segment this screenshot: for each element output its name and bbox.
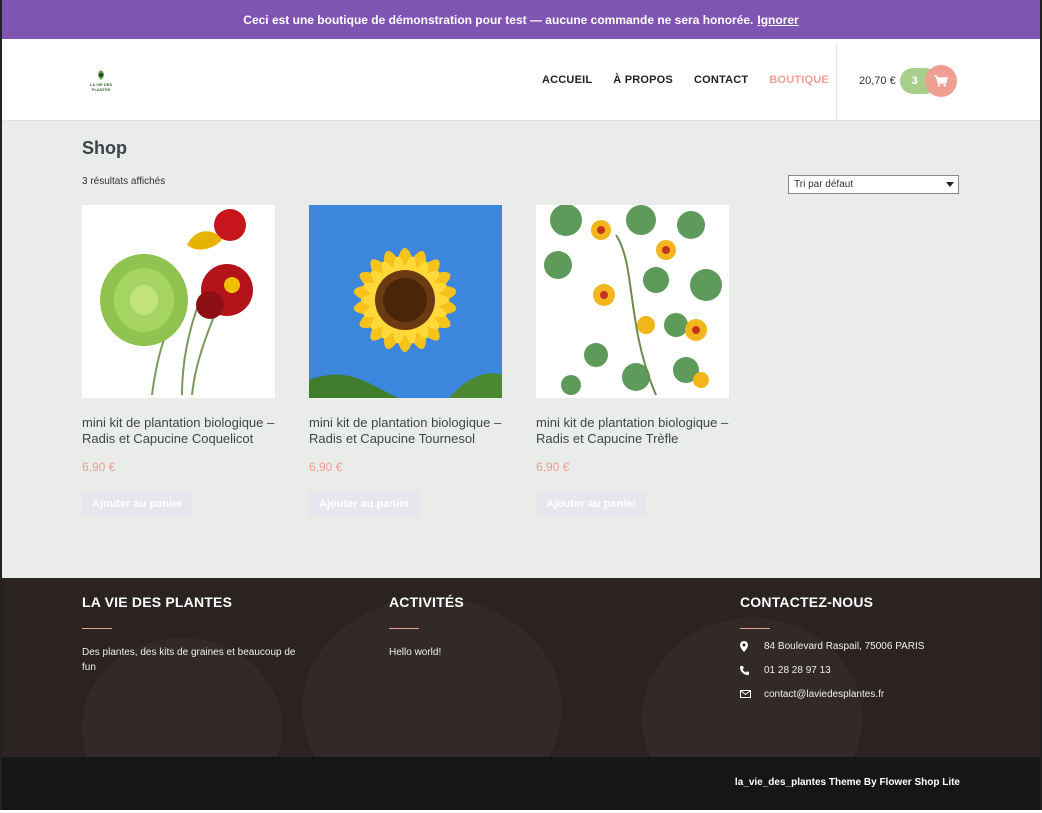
add-to-cart-button[interactable]: Ajouter au panier <box>82 491 193 517</box>
contact-phone-text: 01 28 28 97 13 <box>764 664 831 676</box>
product-price: 6,90 € <box>536 460 570 474</box>
product-card: mini kit de plantation biologique – Radi… <box>309 205 503 517</box>
page: Ceci est une boutique de démonstration p… <box>0 0 1042 813</box>
product-card: mini kit de plantation biologique – Radi… <box>536 205 730 517</box>
product-title[interactable]: mini kit de plantation biologique – Radi… <box>309 415 503 447</box>
footer-contact-title: CONTACTEZ-NOUS <box>740 594 874 610</box>
sort-select[interactable]: Tri par défaut <box>788 175 959 194</box>
phone-icon <box>740 663 758 677</box>
nasturtium-illustration-icon <box>100 209 253 396</box>
nav-boutique[interactable]: BOUTIQUE <box>769 74 829 86</box>
footer-divider <box>740 628 770 629</box>
footer-post-link[interactable]: Hello world! <box>389 647 441 658</box>
nav-a-propos[interactable]: À PROPOS <box>613 74 673 86</box>
add-to-cart-button[interactable]: Ajouter au panier <box>536 491 647 517</box>
result-count: 3 résultats affichés <box>82 176 166 187</box>
main-nav: ACCUEIL À PROPOS CONTACT BOUTIQUE <box>542 39 850 121</box>
nav-contact[interactable]: CONTACT <box>694 74 748 86</box>
footer-about-title: LA VIE DES PLANTES <box>82 594 233 610</box>
dismiss-notice-link[interactable]: Ignorer <box>757 13 798 27</box>
sunflower-illustration-icon <box>309 205 502 398</box>
product-card: mini kit de plantation biologique – Radi… <box>82 205 276 517</box>
contact-email-link[interactable]: contact@laviedesplantes.fr <box>764 689 884 700</box>
contact-address-text: 84 Boulevard Raspail, 75006 PARIS <box>764 640 925 652</box>
footer-contact: CONTACTEZ-NOUS 84 Boulevard Raspail, 750… <box>740 594 970 701</box>
page-title: Shop <box>82 138 127 158</box>
add-to-cart-button[interactable]: Ajouter au panier <box>309 491 420 517</box>
footer-about-text: Des plantes, des kits de graines et beau… <box>82 647 296 673</box>
product-title[interactable]: mini kit de plantation biologique – Radi… <box>536 415 730 447</box>
product-title[interactable]: mini kit de plantation biologique – Radi… <box>82 415 276 447</box>
footer-activities-title: ACTIVITÉS <box>389 594 464 610</box>
leaf-logo-icon <box>98 70 104 80</box>
footer-divider <box>82 628 112 629</box>
cart-button[interactable] <box>924 65 957 97</box>
product-image-trefle[interactable] <box>536 205 729 398</box>
product-price: 6,90 € <box>309 460 343 474</box>
theme-credit: la_vie_des_plantes Theme By Flower Shop … <box>734 777 960 788</box>
sort-selected-value: Tri par défaut <box>794 179 854 190</box>
envelope-icon <box>740 687 758 701</box>
map-marker-icon <box>740 639 758 653</box>
product-image-tournesol[interactable] <box>309 205 502 398</box>
site-logo[interactable]: LA VIE DES PLANTES <box>88 69 114 95</box>
contact-phone: 01 28 28 97 13 <box>740 663 970 677</box>
cart-widget[interactable]: 20,70 € 3 <box>859 65 957 97</box>
product-image-coquelicot[interactable] <box>82 205 275 398</box>
nav-accueil[interactable]: ACCUEIL <box>542 74 592 86</box>
footer-about: LA VIE DES PLANTES Des plantes, des kits… <box>82 594 312 675</box>
cart-total: 20,70 € <box>859 75 896 87</box>
header-divider <box>836 44 837 121</box>
product-price: 6,90 € <box>82 460 116 474</box>
botanical-illustration-icon <box>544 205 722 396</box>
footer-bottom-bar: la_vie_des_plantes Theme By Flower Shop … <box>2 757 1040 810</box>
logo-text: LA VIE DES PLANTES <box>89 82 113 92</box>
site-footer: LA VIE DES PLANTES Des plantes, des kits… <box>2 578 1040 757</box>
demo-store-notice: Ceci est une boutique de démonstration p… <box>2 0 1040 39</box>
contact-email: contact@laviedesplantes.fr <box>740 687 970 701</box>
footer-divider <box>389 628 419 629</box>
chevron-down-icon <box>946 182 954 187</box>
footer-activities: ACTIVITÉS Hello world! <box>389 594 619 660</box>
contact-address: 84 Boulevard Raspail, 75006 PARIS <box>740 639 970 653</box>
cart-icon <box>933 75 948 87</box>
notice-text: Ceci est une boutique de démonstration p… <box>243 12 754 27</box>
site-header: LA VIE DES PLANTES ACCUEIL À PROPOS CONT… <box>2 39 1040 121</box>
